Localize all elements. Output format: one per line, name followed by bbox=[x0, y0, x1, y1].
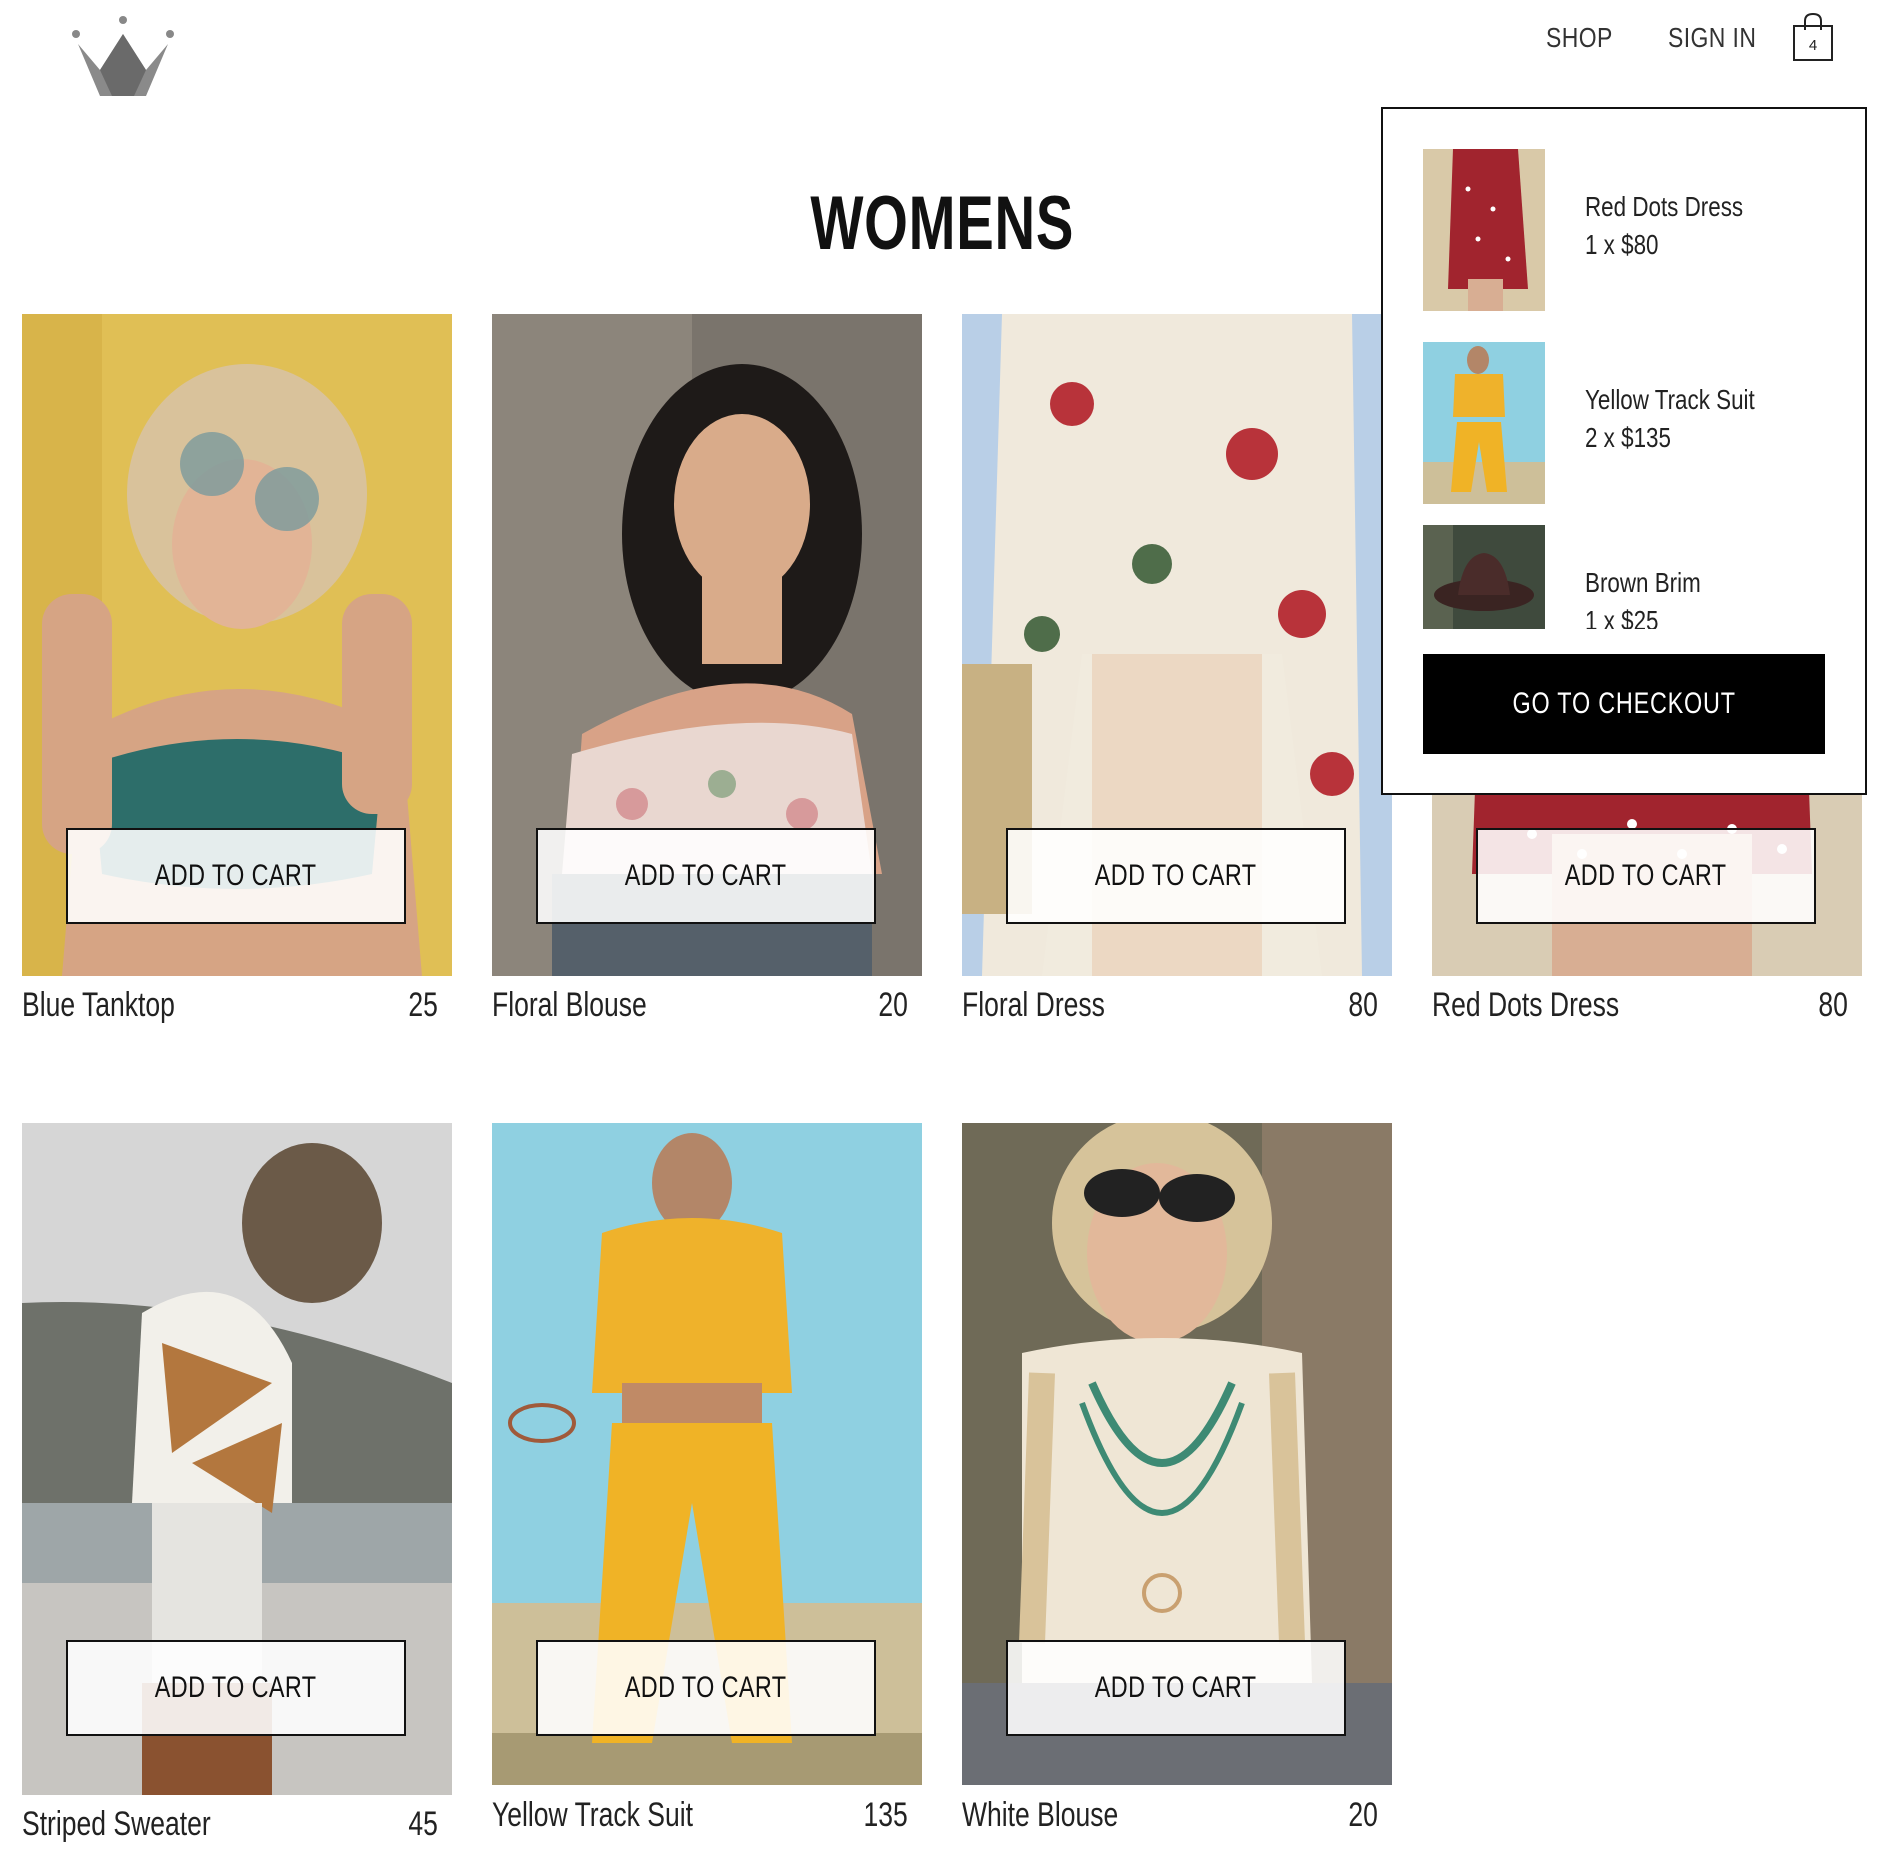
product-price: 45 bbox=[408, 1805, 438, 1843]
cart-item-quantity: 2 x $135 bbox=[1585, 422, 1671, 453]
product-card[interactable]: ADD TO CART Floral Dress 80 bbox=[962, 314, 1392, 1034]
cart-item: Red Dots Dress 1 x $80 bbox=[1423, 149, 1843, 311]
cart-dropdown: Red Dots Dress 1 x $80 Yellow Track Suit… bbox=[1381, 107, 1867, 795]
shopping-bag-icon[interactable]: 4 bbox=[1793, 12, 1833, 62]
nav-sign-in-link[interactable]: SIGN IN bbox=[1668, 22, 1756, 54]
cart-item: Yellow Track Suit 2 x $135 bbox=[1423, 342, 1843, 504]
product-price: 80 bbox=[1348, 986, 1378, 1024]
product-card[interactable]: ADD TO CART Striped Sweater 45 bbox=[22, 1123, 452, 1852]
go-to-checkout-button[interactable]: GO TO CHECKOUT bbox=[1423, 654, 1825, 754]
product-card[interactable]: ADD TO CART Yellow Track Suit 135 bbox=[492, 1123, 922, 1852]
add-to-cart-button[interactable]: ADD TO CART bbox=[1006, 828, 1346, 924]
cart-item-name: Red Dots Dress bbox=[1585, 191, 1744, 222]
add-to-cart-button[interactable]: ADD TO CART bbox=[66, 1640, 406, 1736]
product-name: Floral Blouse bbox=[492, 986, 647, 1024]
product-price: 20 bbox=[878, 986, 908, 1024]
product-price: 20 bbox=[1348, 1796, 1378, 1834]
cart-item-name: Brown Brim bbox=[1585, 567, 1701, 598]
cart-items-list[interactable]: Red Dots Dress 1 x $80 Yellow Track Suit… bbox=[1423, 149, 1843, 629]
cart-item-quantity: 1 x $80 bbox=[1585, 229, 1659, 260]
add-to-cart-button[interactable]: ADD TO CART bbox=[536, 828, 876, 924]
nav-shop-link[interactable]: SHOP bbox=[1546, 22, 1613, 54]
product-name: Yellow Track Suit bbox=[492, 1796, 693, 1834]
add-to-cart-button[interactable]: ADD TO CART bbox=[536, 1640, 876, 1736]
cart-item-quantity: 1 x $25 bbox=[1585, 605, 1659, 629]
product-name: Striped Sweater bbox=[22, 1805, 211, 1843]
product-name: Red Dots Dress bbox=[1432, 986, 1620, 1024]
cart-item-image bbox=[1423, 149, 1545, 311]
cart-item-image bbox=[1423, 342, 1545, 504]
add-to-cart-button[interactable]: ADD TO CART bbox=[1476, 828, 1816, 924]
product-price: 25 bbox=[408, 986, 438, 1024]
product-name: Floral Dress bbox=[962, 986, 1105, 1024]
product-card[interactable]: ADD TO CART Blue Tanktop 25 bbox=[22, 314, 452, 1034]
cart-item-name: Yellow Track Suit bbox=[1585, 384, 1755, 415]
crown-logo-icon[interactable] bbox=[70, 14, 176, 98]
cart-item-image bbox=[1423, 525, 1545, 629]
cart-item: Brown Brim 1 x $25 bbox=[1423, 525, 1843, 629]
add-to-cart-button[interactable]: ADD TO CART bbox=[1006, 1640, 1346, 1736]
product-name: White Blouse bbox=[962, 1796, 1119, 1834]
product-name: Blue Tanktop bbox=[22, 986, 175, 1024]
product-price: 135 bbox=[863, 1796, 908, 1834]
cart-item-count: 4 bbox=[1808, 37, 1818, 54]
product-card[interactable]: ADD TO CART White Blouse 20 bbox=[962, 1123, 1392, 1852]
product-card[interactable]: ADD TO CART Floral Blouse 20 bbox=[492, 314, 922, 1034]
add-to-cart-button[interactable]: ADD TO CART bbox=[66, 828, 406, 924]
product-price: 80 bbox=[1818, 986, 1848, 1024]
